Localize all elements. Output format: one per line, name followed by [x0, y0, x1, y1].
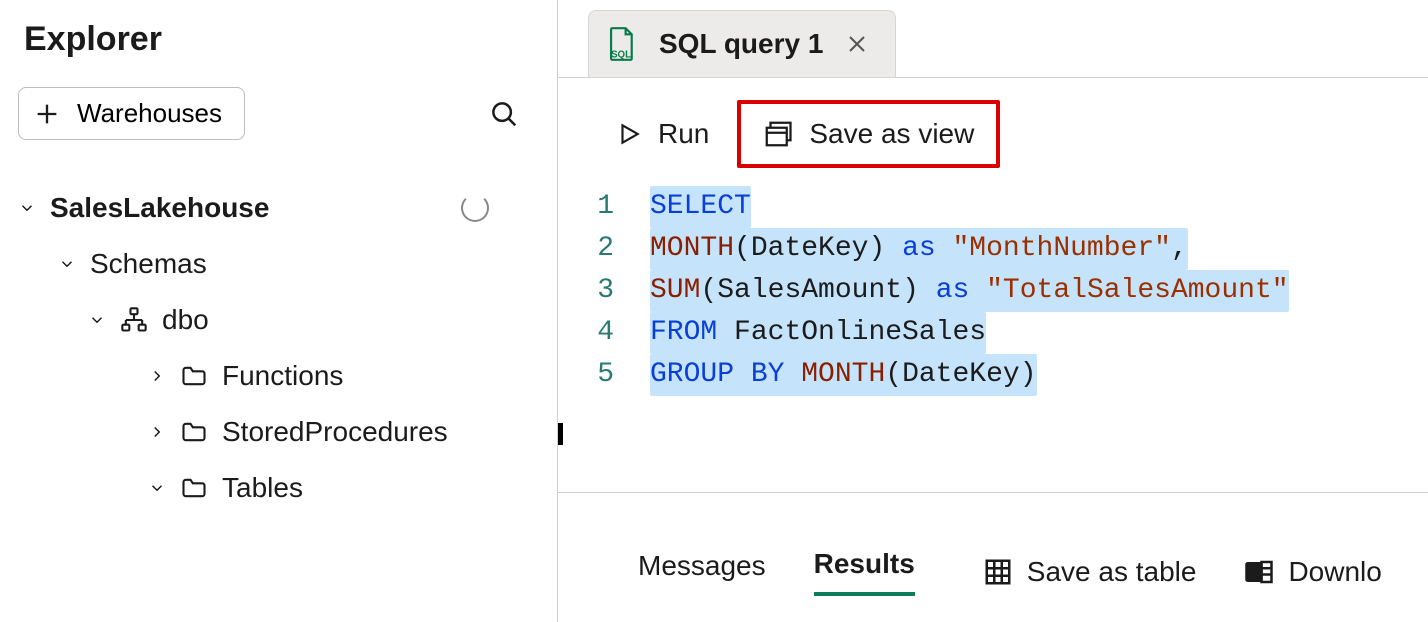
schemas-label: Schemas — [90, 248, 207, 280]
editor-panel: SQL SQL query 1 Run Save as view 1 2 3 4 — [558, 0, 1428, 622]
line-number: 2 — [558, 228, 614, 270]
run-label: Run — [658, 118, 709, 150]
code-token: GROUP — [650, 359, 734, 390]
schema-icon — [120, 306, 148, 334]
tab-messages[interactable]: Messages — [638, 550, 766, 594]
code-token: SELECT — [650, 191, 751, 222]
play-icon — [616, 121, 642, 147]
code-token: , — [1171, 233, 1188, 264]
table-icon — [983, 557, 1013, 587]
chevron-right-icon — [148, 367, 166, 385]
add-warehouse-label: Warehouses — [77, 98, 222, 129]
tabstrip: SQL SQL query 1 — [558, 0, 1428, 78]
tab-label: SQL query 1 — [659, 28, 823, 60]
plus-icon — [33, 100, 61, 128]
code-token: ) — [868, 233, 885, 264]
folder-icon — [180, 418, 208, 446]
explorer-toolbar: Warehouses — [18, 87, 539, 140]
pane-splitter[interactable] — [558, 426, 1428, 429]
sql-file-icon: SQL — [607, 27, 637, 61]
line-number: 1 — [558, 186, 614, 228]
explorer-title: Explorer — [18, 20, 539, 59]
code-token: ( — [885, 359, 902, 390]
code-token: FROM — [650, 317, 717, 348]
tree-warehouse-node[interactable]: SalesLakehouse — [18, 180, 539, 236]
search-icon[interactable] — [489, 99, 519, 129]
save-as-table-button[interactable]: Save as table — [983, 556, 1197, 588]
chevron-down-icon — [58, 255, 76, 273]
chevron-down-icon — [148, 479, 166, 497]
functions-label: Functions — [222, 360, 343, 392]
code-content[interactable]: SELECT MONTH(DateKey) as "MonthNumber", … — [650, 186, 1428, 396]
chevron-down-icon — [88, 311, 106, 329]
loading-spinner-icon — [461, 194, 489, 222]
code-token: BY — [751, 359, 785, 390]
line-gutter: 1 2 3 4 5 — [558, 186, 650, 396]
code-token: DateKey — [902, 359, 1020, 390]
add-warehouse-button[interactable]: Warehouses — [18, 87, 245, 140]
tab-results[interactable]: Results — [814, 548, 915, 596]
object-tree: SalesLakehouse Schemas dbo Functions — [18, 180, 539, 516]
save-as-view-button[interactable]: Save as view — [737, 100, 1000, 168]
code-token: as — [936, 275, 970, 306]
code-token: ( — [734, 233, 751, 264]
excel-icon: X — [1244, 557, 1274, 587]
storedprocs-label: StoredProcedures — [222, 416, 448, 448]
tree-storedprocs-node[interactable]: StoredProcedures — [18, 404, 539, 460]
code-token: ( — [700, 275, 717, 306]
code-token: ) — [902, 275, 919, 306]
code-token: SalesAmount — [717, 275, 902, 306]
download-excel-button[interactable]: X Downlo — [1244, 556, 1381, 588]
line-number: 5 — [558, 354, 614, 396]
svg-text:X: X — [1250, 566, 1259, 580]
tree-functions-node[interactable]: Functions — [18, 348, 539, 404]
chevron-right-icon — [148, 423, 166, 441]
run-button[interactable]: Run — [598, 110, 727, 158]
warehouse-label: SalesLakehouse — [50, 192, 269, 224]
folder-icon — [180, 362, 208, 390]
tree-schemas-node[interactable]: Schemas — [18, 236, 539, 292]
editor-toolbar: Run Save as view — [558, 78, 1428, 184]
schema-label: dbo — [162, 304, 209, 336]
code-token: MONTH — [801, 359, 885, 390]
sql-editor[interactable]: 1 2 3 4 5 SELECT MONTH(DateKey) as "Mont… — [558, 184, 1428, 426]
chevron-down-icon — [18, 199, 36, 217]
code-token: "TotalSalesAmount" — [986, 275, 1288, 306]
svg-text:SQL: SQL — [611, 49, 631, 60]
code-token: MONTH — [650, 233, 734, 264]
save-as-view-label: Save as view — [809, 118, 974, 150]
tables-label: Tables — [222, 472, 303, 504]
code-token: DateKey — [751, 233, 869, 264]
tab-sql-query[interactable]: SQL SQL query 1 — [588, 10, 896, 78]
code-token: ) — [1020, 359, 1037, 390]
results-toolbar: Messages Results Save as table X Downlo — [558, 492, 1428, 622]
code-token: as — [902, 233, 936, 264]
save-view-icon — [763, 119, 793, 149]
tree-tables-node[interactable]: Tables — [18, 460, 539, 516]
explorer-panel: Explorer Warehouses SalesLakehouse Schem… — [0, 0, 558, 622]
code-token: SUM — [650, 275, 700, 306]
line-number: 3 — [558, 270, 614, 312]
code-token: FactOnlineSales — [734, 317, 986, 348]
save-as-table-label: Save as table — [1027, 556, 1197, 588]
code-token: "MonthNumber" — [953, 233, 1171, 264]
folder-icon — [180, 474, 208, 502]
line-number: 4 — [558, 312, 614, 354]
download-label: Downlo — [1288, 556, 1381, 588]
tree-schema-dbo[interactable]: dbo — [18, 292, 539, 348]
close-icon[interactable] — [845, 32, 869, 56]
